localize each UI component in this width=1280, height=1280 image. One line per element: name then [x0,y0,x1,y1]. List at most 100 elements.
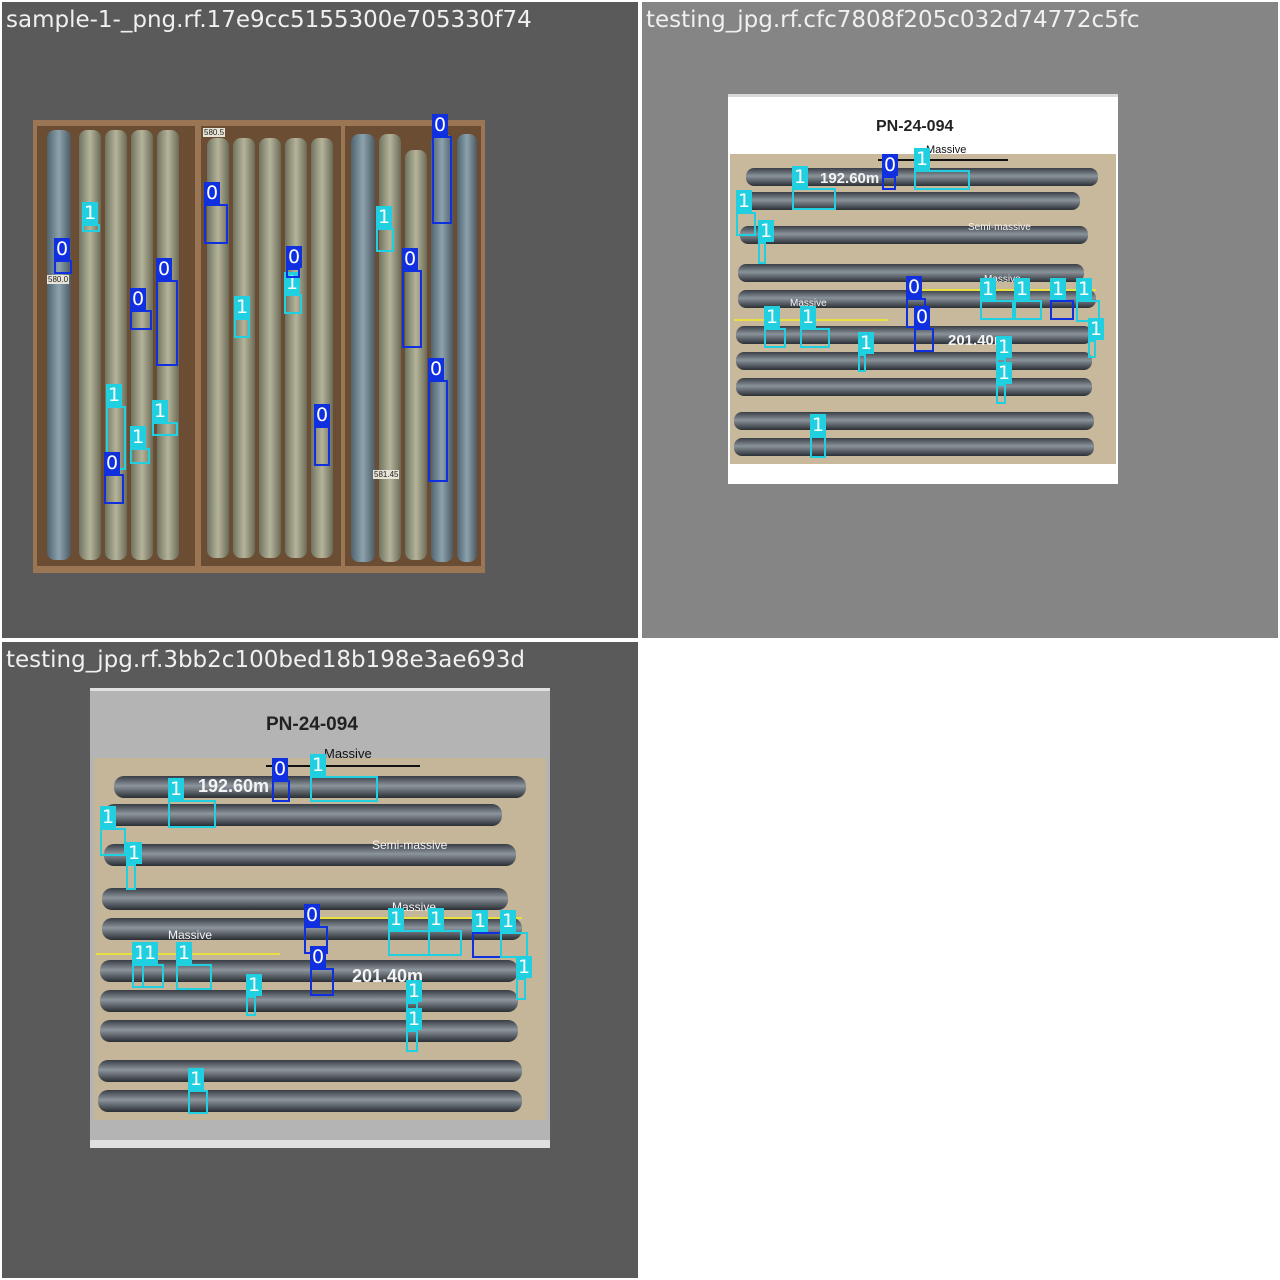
detection-box: 0 [314,404,331,466]
detection-box: 0 [54,238,72,274]
annotation-label: Semi-massive [968,222,1031,233]
detection-box: 1 [376,206,394,252]
detection-box: 1 [142,942,164,988]
detection-box: 0 [286,246,303,278]
empty-panel [642,642,1278,1278]
detection-box: 1 [800,306,830,348]
class-label: 0 [310,946,327,968]
class-label: 0 [286,246,303,268]
detection-box: 1 [284,272,302,314]
class-label: 1 [406,1008,423,1030]
detection-box: 0 [104,452,124,504]
detection-box: 1 [996,362,1013,404]
class-label: 1 [100,806,117,828]
detection-box: 1 [188,1068,208,1114]
class-label: 1 [516,956,533,978]
class-label: 0 [914,306,931,328]
detection-box: 0 [130,288,152,330]
class-label: 1 [500,910,517,932]
detection-box: 1 [810,414,827,458]
class-label: 1 [758,220,775,242]
detection-box: 1 [406,1008,423,1052]
class-label: 1 [810,414,827,436]
class-label: 1 [310,754,327,776]
detection-box: 1 [736,190,756,236]
detection-box: 1 [472,910,502,958]
class-label: 1 [406,980,423,1002]
class-label: 0 [272,758,289,780]
class-label: 0 [54,238,71,260]
class-label: 0 [314,404,331,426]
class-label: 1 [428,908,445,930]
detection-box: 1 [1088,318,1105,358]
tray-title: PN-24-094 [266,714,358,735]
detection-box: 1 [310,754,378,802]
class-label: 1 [188,1068,205,1090]
tray-title: PN-24-094 [876,118,954,135]
detection-box: 1 [176,942,212,990]
detection-box: 0 [156,258,178,366]
class-label: 1 [130,426,147,448]
class-label: 1 [152,400,169,422]
class-label: 0 [906,276,923,298]
class-label: 1 [1014,278,1031,300]
detection-box: 0 [882,154,899,190]
detection-box: 1 [764,306,786,348]
class-label: 1 [1088,318,1105,340]
class-label: 0 [432,114,449,136]
detection-box: 1 [168,778,216,828]
class-label: 1 [764,306,781,328]
result-panel-3: testing_jpg.rf.3bb2c100bed18b198e3ae693d [2,642,638,1278]
class-label: 1 [246,974,263,996]
detection-box: 1 [82,202,100,232]
detection-box: 1 [980,278,1014,320]
detection-box: 0 [432,114,452,224]
class-label: 1 [736,190,753,212]
class-label: 1 [1050,278,1067,300]
detection-box: 1 [130,426,150,464]
detection-box: 0 [204,182,228,244]
class-label: 1 [472,910,489,932]
detection-box: 1 [152,400,178,436]
class-label: 1 [996,336,1013,358]
class-label: 1 [914,148,931,170]
detection-box: 1 [500,910,528,958]
class-label: 0 [882,154,899,176]
class-label: 1 [176,942,193,964]
class-label: 0 [104,452,121,474]
detection-box: 0 [402,248,422,348]
class-label: 1 [234,296,251,318]
detection-box: 1 [858,332,875,372]
detection-box: 1 [758,220,775,264]
depth-label: 580.5 [203,128,226,137]
class-label: 1 [142,942,159,964]
detection-box: 1 [428,908,462,956]
annotation-label: Massive [324,746,372,761]
class-label: 0 [304,904,321,926]
detection-box: 1 [1014,278,1042,320]
depth-label: 581.45 [373,470,400,479]
class-label: 1 [82,202,99,224]
detection-box: 1 [516,956,533,1000]
annotation-label: Semi-massive [372,838,448,852]
class-label: 1 [1076,278,1093,300]
class-label: 1 [858,332,875,354]
detection-box: 1 [914,148,970,190]
class-label: 1 [106,384,123,406]
detection-box: 1 [234,296,251,338]
detection-box: 0 [428,358,448,482]
class-label: 1 [996,362,1013,384]
class-label: 1 [168,778,185,800]
annotation-label: Massive [168,928,213,942]
class-label: 1 [126,842,143,864]
depth-label: 192.60m [820,170,880,187]
detection-box: 1 [1050,278,1074,320]
detection-box: 1 [246,974,263,1016]
class-label: 0 [130,288,147,310]
panel-title: testing_jpg.rf.cfc7808f205c032d74772c5fc [646,7,1140,33]
depth-label: 192.60m [198,776,270,796]
result-panel-2: testing_jpg.rf.cfc7808f205c032d74772c5fc [642,2,1278,638]
panel-title: testing_jpg.rf.3bb2c100bed18b198e3ae693d [6,647,525,673]
detection-box: 0 [914,306,934,352]
class-label: 0 [156,258,173,280]
